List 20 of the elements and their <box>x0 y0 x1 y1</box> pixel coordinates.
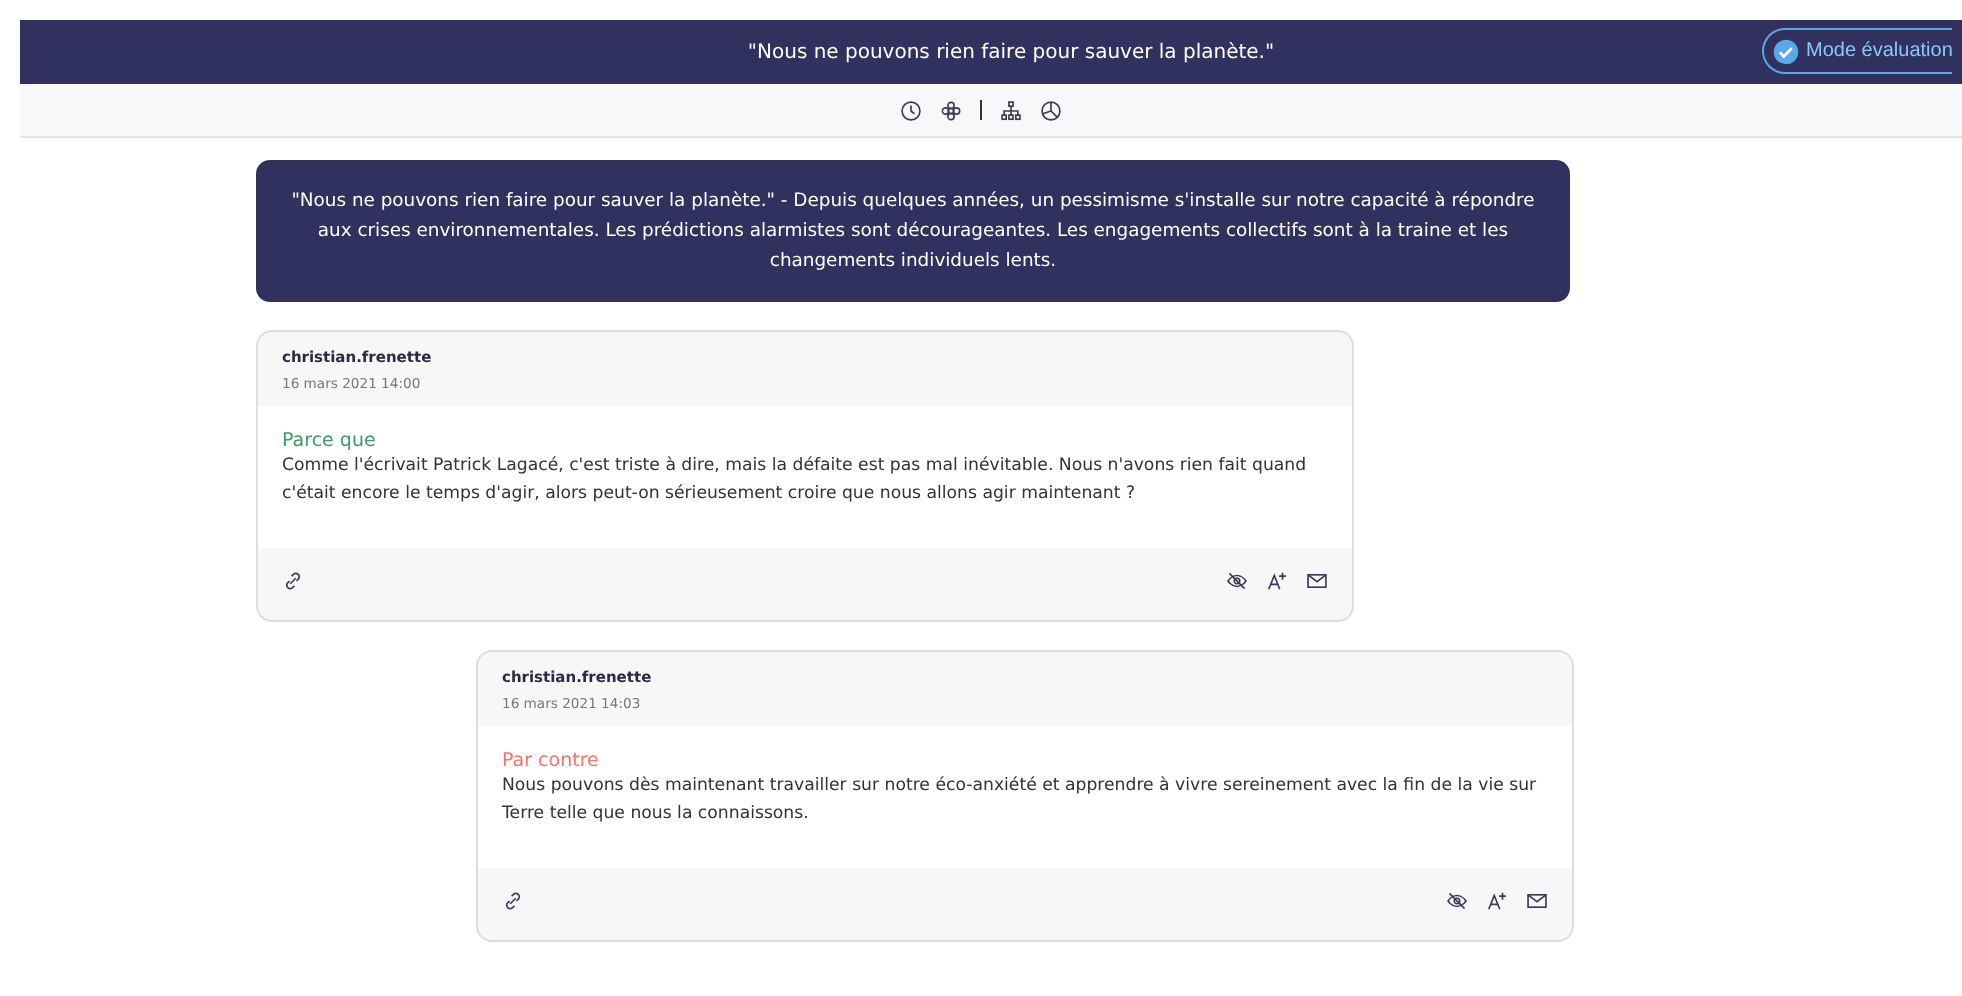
link-icon[interactable] <box>502 890 524 912</box>
mail-icon[interactable] <box>1306 570 1328 592</box>
check-circle-icon <box>1772 37 1800 65</box>
hidden-eye-icon[interactable] <box>1226 570 1248 592</box>
argument-text: Comme l'écrivait Patrick Lagacé, c'est triste à dire, mais la défaite est pas mal inévitable. Nous n'avons rien fait quand c'était encore le temps d'agir, alors peut-on sérieusement croire que nous allons agir maintenant ? <box>282 454 1309 508</box>
hidden-eye-icon[interactable] <box>1446 890 1468 912</box>
font-increase-icon[interactable] <box>1486 890 1508 912</box>
font-increase-icon[interactable] <box>1266 570 1288 592</box>
mail-icon[interactable] <box>1526 890 1548 912</box>
clock-icon[interactable] <box>900 99 922 121</box>
statement-banner: "Nous ne pouvons rien faire pour sauver la planète." - Depuis quelques années, un pessimisme s'installe sur notre capacité à répondre aux crises environnementales. Les prédictions alarmistes sont décourageantes. Les engagements collectifs sont à la traine et les changements individuels lents. <box>256 160 1570 302</box>
argument-text: Nous pouvons dès maintenant travailler sur notre éco-anxiété et apprendre à vivre sereinement avec la fin de la vie sur Terre telle que nous la connaissons. <box>502 774 1539 828</box>
evaluation-mode-button[interactable]: Mode évaluation <box>1762 28 1953 74</box>
hierarchy-icon[interactable] <box>1000 99 1022 121</box>
link-icon[interactable] <box>282 570 304 592</box>
argument-type-label: Parce que <box>282 430 378 452</box>
pie-chart-icon[interactable] <box>1040 99 1062 121</box>
argument-type-label: Par contre <box>502 750 601 772</box>
discussion-title: "Nous ne pouvons rien faire pour sauver la planète." <box>747 41 1275 63</box>
flower-icon[interactable] <box>940 99 962 121</box>
